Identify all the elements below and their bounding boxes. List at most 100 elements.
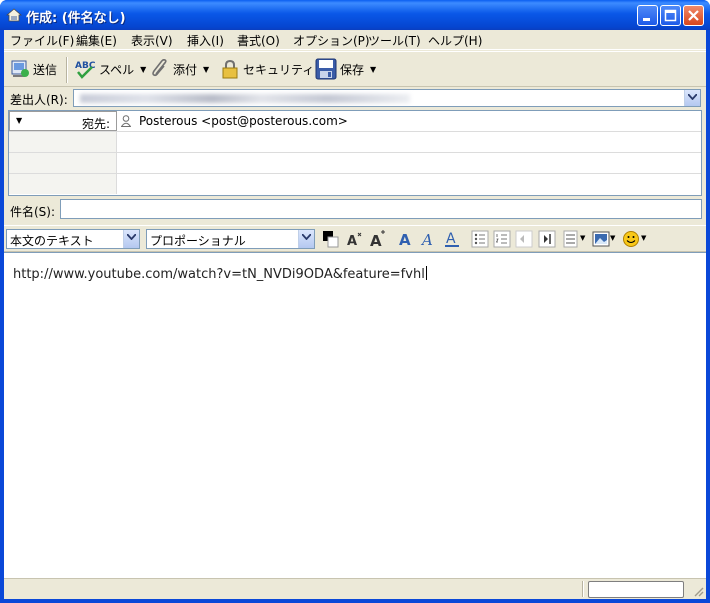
smiley-dropdown-arrow-icon[interactable]: ▼ xyxy=(641,234,646,242)
compose-app-icon xyxy=(6,8,22,22)
resize-grip-icon[interactable] xyxy=(692,585,704,597)
font-dropdown-button[interactable] xyxy=(298,230,314,248)
chevron-down-icon xyxy=(302,234,311,240)
subject-input[interactable] xyxy=(60,199,702,219)
recipient-row[interactable]: ▼ 宛先: Posterous <post@posterous.com> xyxy=(9,111,701,132)
attach-label: 添付 xyxy=(173,62,198,77)
window-title: 作成: (件名なし) xyxy=(26,11,126,26)
spell-dropdown-arrow-icon[interactable]: ▼ xyxy=(140,65,146,74)
font-name-value: プロポーショナル xyxy=(150,234,246,248)
menu-options[interactable]: オプション(P) xyxy=(293,32,370,49)
insert-image-icon[interactable] xyxy=(592,230,610,248)
save-label: 保存 xyxy=(340,62,365,77)
spell-check-icon: ABC xyxy=(75,61,96,79)
toolbar-separator xyxy=(66,57,68,83)
indent-icon[interactable] xyxy=(538,230,556,248)
menu-help[interactable]: ヘルプ(H) xyxy=(428,32,482,49)
increase-font-size-icon[interactable]: A xyxy=(369,230,387,248)
attach-button[interactable]: 添付 ▼ xyxy=(150,58,209,80)
svg-text:A: A xyxy=(370,232,382,248)
minimize-icon xyxy=(643,18,650,21)
numbered-list-icon[interactable] xyxy=(493,230,511,248)
floppy-disk-icon xyxy=(315,58,337,80)
text-color-icon[interactable] xyxy=(322,230,340,248)
svg-text:A: A xyxy=(399,231,411,248)
maximize-button[interactable] xyxy=(660,5,681,26)
alignment-icon[interactable] xyxy=(563,230,581,248)
recipient-type-cell xyxy=(9,132,117,152)
close-icon xyxy=(688,10,699,21)
outdent-icon[interactable] xyxy=(515,230,533,248)
minimize-button[interactable] xyxy=(637,5,658,26)
from-dropdown-button[interactable] xyxy=(684,90,700,106)
recipient-type-select[interactable]: ▼ 宛先: xyxy=(9,111,117,131)
chevron-down-icon xyxy=(127,234,136,240)
compose-window: 作成: (件名なし) ファイル(F) 編集(E) 表示(V) 挿入(I) 書式(… xyxy=(0,0,710,603)
recipient-type-label: 宛先: xyxy=(81,117,110,131)
attach-dropdown-arrow-icon[interactable]: ▼ xyxy=(203,65,209,74)
recipient-address[interactable]: Posterous <post@posterous.com> xyxy=(121,114,348,128)
recipient-list: ▼ 宛先: Posterous <post@posterous.com> xyxy=(8,110,702,196)
title-bar[interactable]: 作成: (件名なし) xyxy=(0,0,710,30)
subject-label: 件名(S): xyxy=(10,205,56,219)
menu-insert[interactable]: 挿入(I) xyxy=(187,32,224,49)
svg-text:A: A xyxy=(446,231,456,247)
svg-text:A: A xyxy=(420,231,433,248)
text-caret xyxy=(425,266,427,280)
from-label: 差出人(R): xyxy=(10,93,68,107)
smiley-icon[interactable] xyxy=(622,230,640,248)
recipient-type-arrow-icon: ▼ xyxy=(16,116,23,125)
close-button[interactable] xyxy=(683,5,704,26)
status-bar xyxy=(4,578,706,599)
underline-icon[interactable]: A xyxy=(443,230,461,248)
svg-text:A: A xyxy=(347,234,357,248)
menu-bar: ファイル(F) 編集(E) 表示(V) 挿入(I) 書式(O) オプション(P)… xyxy=(4,30,706,50)
recipient-row[interactable] xyxy=(9,153,701,174)
bulleted-list-icon[interactable] xyxy=(471,230,489,248)
recipient-address-text: Posterous <post@posterous.com> xyxy=(139,114,348,128)
decrease-font-size-icon[interactable]: A xyxy=(346,230,364,248)
spell-label: スペル xyxy=(99,62,135,77)
lock-icon xyxy=(222,59,238,79)
from-account-select[interactable] xyxy=(73,89,701,107)
alignment-dropdown-arrow-icon[interactable]: ▼ xyxy=(580,234,585,242)
svg-text:ABC: ABC xyxy=(75,61,96,71)
bold-icon[interactable]: A xyxy=(397,230,415,248)
save-button[interactable]: 保存 ▼ xyxy=(315,58,376,80)
menu-file[interactable]: ファイル(F) xyxy=(10,32,74,49)
spell-button[interactable]: ABC スペル ▼ xyxy=(74,58,146,80)
formatting-toolbar: 本文のテキスト プロポーショナル A A A A A ▼ ▼ ▼ xyxy=(4,225,706,252)
message-header: 差出人(R): ▼ 宛先: Posterous <post@posterous.… xyxy=(4,87,706,227)
font-select[interactable]: プロポーショナル xyxy=(146,229,315,249)
paragraph-style-dropdown-button[interactable] xyxy=(123,230,139,248)
status-separator xyxy=(582,581,584,597)
recipient-row[interactable] xyxy=(9,132,701,153)
send-button[interactable]: 送信 xyxy=(10,58,57,80)
contact-person-icon xyxy=(121,115,131,127)
menu-view[interactable]: 表示(V) xyxy=(131,32,173,49)
menu-format[interactable]: 書式(O) xyxy=(237,32,280,49)
save-dropdown-arrow-icon[interactable]: ▼ xyxy=(370,65,376,74)
maximize-icon xyxy=(664,9,677,22)
chevron-down-icon xyxy=(688,94,697,100)
recipient-row[interactable] xyxy=(9,174,701,195)
menu-tools[interactable]: ツール(T) xyxy=(368,32,421,49)
main-toolbar: 送信 ABC スペル ▼ 添付 ▼ セキュリティ 保存 ▼ xyxy=(4,51,706,87)
send-icon xyxy=(11,60,29,77)
security-label: セキュリティ xyxy=(243,62,315,77)
menu-edit[interactable]: 編集(E) xyxy=(76,32,117,49)
recipient-type-cell xyxy=(9,174,117,194)
italic-icon[interactable]: A xyxy=(420,230,438,248)
window-client-area: ファイル(F) 編集(E) 表示(V) 挿入(I) 書式(O) オプション(P)… xyxy=(4,30,706,599)
status-progress-panel xyxy=(588,581,684,598)
message-body-content: http://www.youtube.com/watch?v=tN_NVDi9O… xyxy=(13,267,425,282)
paragraph-style-select[interactable]: 本文のテキスト xyxy=(6,229,140,249)
paperclip-icon xyxy=(152,59,167,77)
recipient-type-cell xyxy=(9,153,117,173)
send-label: 送信 xyxy=(33,62,58,77)
security-button[interactable]: セキュリティ ▼ xyxy=(220,58,326,80)
paragraph-style-value: 本文のテキスト xyxy=(10,234,94,248)
insert-dropdown-arrow-icon[interactable]: ▼ xyxy=(610,234,615,242)
message-body-editor[interactable]: http://www.youtube.com/watch?v=tN_NVDi9O… xyxy=(4,252,706,578)
message-body-text[interactable]: http://www.youtube.com/watch?v=tN_NVDi9O… xyxy=(13,266,427,282)
